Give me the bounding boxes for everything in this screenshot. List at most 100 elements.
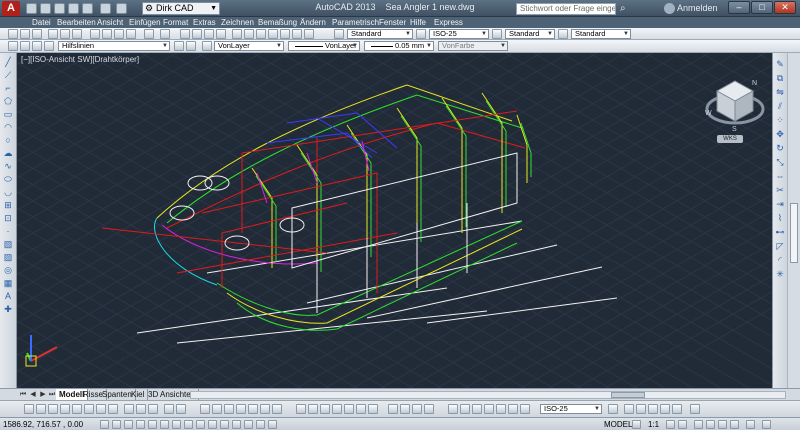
clean-screen-icon[interactable] bbox=[762, 420, 771, 429]
quick-view-layouts-icon[interactable] bbox=[632, 420, 641, 429]
scale-icon[interactable]: ⤡ bbox=[775, 157, 785, 167]
extend-icon[interactable]: ⇥ bbox=[775, 199, 785, 209]
multileader-icon[interactable] bbox=[624, 404, 634, 414]
annotation-visibility-icon[interactable] bbox=[666, 420, 675, 429]
workspace-switching-icon[interactable] bbox=[694, 420, 703, 429]
copy-icon[interactable] bbox=[102, 29, 112, 39]
color-swatch-icon[interactable] bbox=[202, 41, 212, 51]
text-style-dropdown[interactable]: Standard ▼ bbox=[347, 29, 413, 39]
plot-icon[interactable] bbox=[48, 29, 58, 39]
center-mark-icon[interactable] bbox=[176, 404, 186, 414]
ucs-icon-button[interactable] bbox=[296, 404, 306, 414]
render-icon[interactable] bbox=[388, 404, 398, 414]
dynamic-ucs-icon[interactable] bbox=[196, 420, 205, 429]
plot-icon[interactable] bbox=[82, 3, 93, 14]
sun-properties-icon[interactable] bbox=[424, 404, 434, 414]
ucs-view-icon[interactable] bbox=[356, 404, 366, 414]
multiline-text-icon[interactable]: A bbox=[3, 291, 13, 301]
lineweight-toggle-icon[interactable] bbox=[220, 420, 229, 429]
circle-icon[interactable]: ○ bbox=[3, 135, 13, 145]
ucs-world-icon[interactable] bbox=[308, 404, 318, 414]
save-as-icon[interactable] bbox=[68, 3, 79, 14]
dim-style-icon[interactable] bbox=[416, 29, 426, 39]
hatch-icon[interactable]: ▧ bbox=[3, 239, 13, 249]
rotate-icon[interactable]: ↻ bbox=[775, 143, 785, 153]
menu-ansicht[interactable]: Ansicht bbox=[97, 17, 123, 28]
polar-tracking-icon[interactable] bbox=[148, 420, 157, 429]
osnap-midpoint-icon[interactable] bbox=[212, 404, 222, 414]
infer-constraints-icon[interactable] bbox=[100, 420, 109, 429]
multileader-style-dropdown[interactable]: Standard ▼ bbox=[571, 29, 631, 39]
viewcube[interactable]: N W S bbox=[705, 73, 765, 143]
osnap-tangent-icon[interactable] bbox=[260, 404, 270, 414]
collect-leaders-icon[interactable] bbox=[672, 404, 682, 414]
pan-icon[interactable] bbox=[180, 29, 190, 39]
break-icon[interactable]: ⌇ bbox=[775, 213, 785, 223]
new-file-icon[interactable] bbox=[26, 3, 37, 14]
dim-style-dropdown[interactable]: ISO-25 ▼ bbox=[429, 29, 489, 39]
table-style-dropdown[interactable]: Standard ▼ bbox=[505, 29, 555, 39]
sun-icon[interactable] bbox=[32, 41, 42, 51]
viewport-controls[interactable]: [−][ISO-Ansicht SW][Drahtkörper] bbox=[21, 55, 139, 64]
chamfer-icon[interactable]: ◸ bbox=[775, 241, 785, 251]
menu-hilfe[interactable]: Hilfe bbox=[410, 17, 426, 28]
osnap-endpoint-icon[interactable] bbox=[200, 404, 210, 414]
make-current-layer-icon[interactable] bbox=[174, 41, 184, 51]
osnap-center-icon[interactable] bbox=[236, 404, 246, 414]
redo-icon[interactable] bbox=[160, 29, 170, 39]
polygon-icon[interactable]: ⬠ bbox=[3, 96, 13, 106]
tool-palettes-icon[interactable] bbox=[256, 29, 266, 39]
menu-aendern[interactable]: Ändern bbox=[300, 17, 326, 28]
annotation-monitor-icon[interactable] bbox=[268, 420, 277, 429]
ucs-previous-icon[interactable] bbox=[320, 404, 330, 414]
aligned-dim-icon[interactable] bbox=[36, 404, 46, 414]
construction-line-icon[interactable]: ⟋ bbox=[3, 70, 13, 80]
dynamic-input-icon[interactable] bbox=[208, 420, 217, 429]
ellipse-icon[interactable]: ⬭ bbox=[3, 174, 13, 184]
undo-icon[interactable] bbox=[144, 29, 154, 39]
ucs-object-icon[interactable] bbox=[344, 404, 354, 414]
match-properties-icon[interactable] bbox=[126, 29, 136, 39]
sheet-set-icon[interactable] bbox=[268, 29, 278, 39]
point-icon[interactable]: · bbox=[3, 226, 13, 236]
dim-edit-icon[interactable] bbox=[448, 404, 458, 414]
lights-icon[interactable] bbox=[412, 404, 422, 414]
open-file-icon[interactable] bbox=[40, 3, 51, 14]
hardware-acceleration-icon[interactable] bbox=[718, 420, 727, 429]
vertical-scrollbar[interactable] bbox=[787, 53, 800, 388]
layer-properties-icon[interactable] bbox=[8, 41, 18, 51]
spline-icon[interactable]: ∿ bbox=[3, 161, 13, 171]
quickcalc-icon[interactable] bbox=[292, 29, 302, 39]
help-search-input[interactable]: Stichwort oder Frage eingeben bbox=[516, 3, 616, 15]
join-icon[interactable]: ⊷ bbox=[775, 227, 785, 237]
quick-properties-icon[interactable] bbox=[244, 420, 253, 429]
move-icon[interactable]: ✥ bbox=[775, 129, 785, 139]
linear-dim-icon[interactable] bbox=[24, 404, 34, 414]
linetype-dropdown[interactable]: VonLayer ▼ bbox=[288, 41, 360, 51]
menu-extras[interactable]: Extras bbox=[193, 17, 216, 28]
zoom-previous-icon[interactable] bbox=[216, 29, 226, 39]
osnap-intersection-icon[interactable] bbox=[224, 404, 234, 414]
plotstyle-dropdown[interactable]: VonFarbe ▼ bbox=[438, 41, 508, 51]
align-leaders-icon[interactable] bbox=[660, 404, 670, 414]
multileader-style-icon[interactable] bbox=[558, 29, 568, 39]
workspace-dropdown[interactable]: ⚙ Dirk CAD ▼ bbox=[142, 2, 220, 15]
properties-icon[interactable] bbox=[232, 29, 242, 39]
close-button[interactable]: ✕ bbox=[774, 1, 796, 14]
ellipse-arc-icon[interactable]: ◡ bbox=[3, 187, 13, 197]
save-icon[interactable] bbox=[54, 3, 65, 14]
osnap-quadrant-icon[interactable] bbox=[248, 404, 258, 414]
menu-datei[interactable]: Datei bbox=[32, 17, 51, 28]
insert-block-icon[interactable]: ⊞ bbox=[3, 200, 13, 210]
copy-object-icon[interactable]: ⧉ bbox=[775, 73, 785, 83]
region-icon[interactable]: ◎ bbox=[3, 265, 13, 275]
ordinate-dim-icon[interactable] bbox=[60, 404, 70, 414]
revision-cloud-icon[interactable]: ☁ bbox=[3, 148, 13, 158]
object-snap-icon[interactable] bbox=[160, 420, 169, 429]
menu-parametrisch[interactable]: Parametrisch bbox=[332, 17, 379, 28]
paste-icon[interactable] bbox=[114, 29, 124, 39]
first-tab-icon[interactable]: ⏮ bbox=[18, 390, 28, 399]
undo-icon[interactable] bbox=[100, 3, 111, 14]
help-icon[interactable] bbox=[304, 29, 314, 39]
menu-bearbeiten[interactable]: Bearbeiten bbox=[57, 17, 96, 28]
